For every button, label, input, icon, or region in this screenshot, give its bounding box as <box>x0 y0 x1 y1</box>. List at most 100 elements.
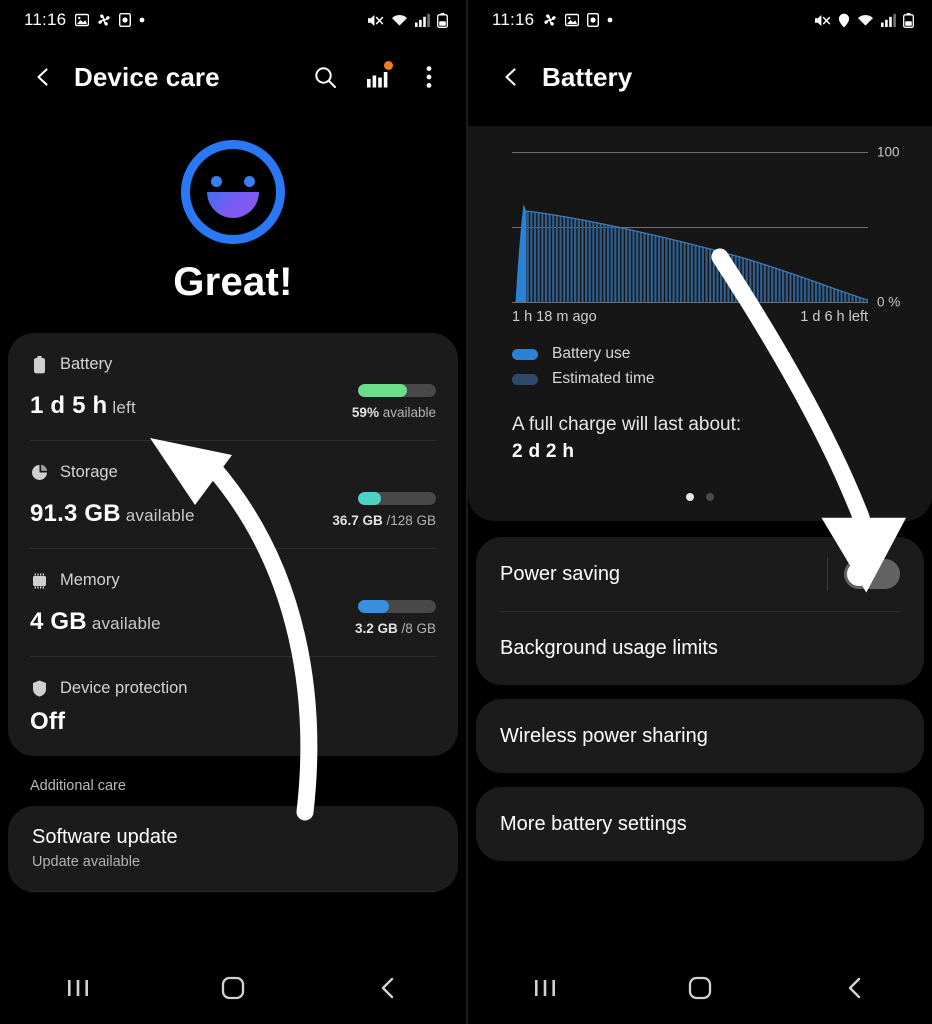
status-row-device-protection[interactable]: Device protection Off <box>30 656 436 756</box>
mute-icon <box>367 13 384 28</box>
back-icon[interactable] <box>358 966 418 1010</box>
legend-color-chip <box>512 373 538 385</box>
axis-label-100: 100 <box>877 144 900 160</box>
legend-label: Estimated time <box>552 370 655 387</box>
status-row-memory[interactable]: Memory 4 GB available 3.2 GB /8 GB <box>30 548 436 656</box>
camera-icon <box>587 13 600 27</box>
setting-label: Background usage limits <box>500 637 718 659</box>
row-header: Device protection <box>30 679 436 698</box>
setting-row-power-saving[interactable]: Power saving <box>500 537 900 611</box>
shield-icon <box>30 679 49 698</box>
row-body: 91.3 GB available 36.7 GB /128 GB <box>30 492 436 528</box>
home-icon[interactable] <box>670 966 730 1010</box>
camera-icon <box>119 13 132 27</box>
right-status-bar: 11:16 <box>468 0 932 40</box>
page-indicator <box>490 493 910 507</box>
battery-chart-plot <box>515 204 868 302</box>
right-navigation-bar <box>468 952 932 1024</box>
overflow-menu-icon[interactable] <box>414 62 444 92</box>
row-header: Battery <box>30 355 436 374</box>
chart-end-label: 1 d 6 h left <box>800 309 868 325</box>
legend-item-estimated-time: Estimated time <box>512 370 910 388</box>
memory-progress-bar <box>358 600 436 613</box>
row-header: Memory <box>30 571 436 590</box>
back-arrow-icon[interactable] <box>494 60 528 94</box>
battery-chart: 100 0 % <box>512 145 900 310</box>
row-value: Off <box>30 708 66 735</box>
row-body: 1 d 5 h left 59% available <box>30 384 436 420</box>
status-row-storage[interactable]: Storage 91.3 GB available 36.7 GB /128 GB <box>30 440 436 548</box>
row-body: Off <box>30 708 436 736</box>
smiley-face-icon <box>181 140 285 244</box>
signal-icon <box>881 13 896 27</box>
row-unit: left <box>112 398 136 417</box>
app-bar-actions <box>310 61 444 92</box>
legend-label: Battery use <box>552 345 631 362</box>
smiley-eye-left <box>211 176 222 187</box>
settings-group-wireless: Wireless power sharing <box>476 699 924 773</box>
setting-row-wireless-power-sharing[interactable]: Wireless power sharing <box>500 699 900 773</box>
legend-item-battery-use: Battery use <box>512 345 910 363</box>
mute-icon <box>814 13 831 28</box>
chart-start-label: 1 h 18 m ago <box>512 309 597 325</box>
row-label: Memory <box>60 571 120 589</box>
settings-group-more: More battery settings <box>476 787 924 861</box>
dot-icon <box>607 17 613 23</box>
recents-icon[interactable] <box>515 966 575 1010</box>
image-icon <box>75 13 90 27</box>
device-status-card: Battery 1 d 5 h left 59% available Stora… <box>8 333 458 756</box>
setting-label: Power saving <box>500 562 621 585</box>
toggle-knob <box>847 562 871 586</box>
dual-screenshot-container: 11:16 Device care Great! Battery 1 d 5 h… <box>0 0 932 1024</box>
page-title: Device care <box>74 61 220 92</box>
recents-icon[interactable] <box>48 966 108 1010</box>
location-icon <box>838 13 850 28</box>
chart-axis-labels: 1 h 18 m ago 1 d 6 h left <box>512 309 868 325</box>
battery-chart-card: 100 0 % 1 h 18 m ago 1 d 6 h left Batter… <box>468 126 932 521</box>
wifi-icon <box>857 13 874 27</box>
stats-icon[interactable] <box>362 61 393 92</box>
memory-chip-icon <box>30 571 49 590</box>
battery-icon <box>903 12 914 28</box>
page-dot-2[interactable] <box>706 493 714 501</box>
pinwheel-icon <box>543 13 557 27</box>
battery-icon <box>437 12 448 28</box>
chart-legend: Battery use Estimated time <box>512 345 910 388</box>
status-left-icons <box>543 13 613 27</box>
row-unit: available <box>125 506 195 525</box>
status-right-icons <box>367 12 448 28</box>
pinwheel-icon <box>97 13 111 27</box>
power-saving-toggle[interactable] <box>844 559 900 589</box>
health-status-text: Great! <box>173 260 293 304</box>
setting-label: More battery settings <box>500 812 687 835</box>
setting-row-more-battery-settings[interactable]: More battery settings <box>500 787 900 861</box>
status-left-icons <box>75 13 145 27</box>
row-metrics: 36.7 GB /128 GB <box>332 492 436 528</box>
image-icon <box>565 13 580 27</box>
row-body: 4 GB available 3.2 GB /8 GB <box>30 600 436 636</box>
home-icon[interactable] <box>203 966 263 1010</box>
software-update-card[interactable]: Software update Update available <box>8 806 458 892</box>
battery-icon <box>30 355 49 374</box>
battery-progress-bar <box>358 384 436 397</box>
row-subtext: 59% available <box>351 405 436 420</box>
row-value: 91.3 GB available <box>30 500 195 527</box>
toggle-container <box>827 557 900 591</box>
vertical-divider <box>827 557 828 591</box>
setting-row-background-usage-limits[interactable]: Background usage limits <box>500 611 900 685</box>
status-time: 11:16 <box>24 10 67 29</box>
back-arrow-icon[interactable] <box>26 60 60 94</box>
additional-care-label: Additional care <box>30 778 126 794</box>
page-dot-1[interactable] <box>686 493 694 501</box>
row-label: Storage <box>60 463 118 481</box>
status-row-battery[interactable]: Battery 1 d 5 h left 59% available <box>30 333 436 440</box>
full-charge-info: A full charge will last about: 2 d 2 h <box>512 414 910 463</box>
left-navigation-bar <box>0 952 466 1024</box>
back-icon[interactable] <box>825 966 885 1010</box>
gridline-0 <box>512 302 868 303</box>
setting-label: Wireless power sharing <box>500 724 708 747</box>
search-icon[interactable] <box>310 62 340 92</box>
left-app-bar: Device care <box>0 40 466 114</box>
right-phone-screen: 11:16 Battery 100 0 % 1 h 18 m ago 1 d 6… <box>466 0 932 1024</box>
row-value: 4 GB available <box>30 608 161 635</box>
